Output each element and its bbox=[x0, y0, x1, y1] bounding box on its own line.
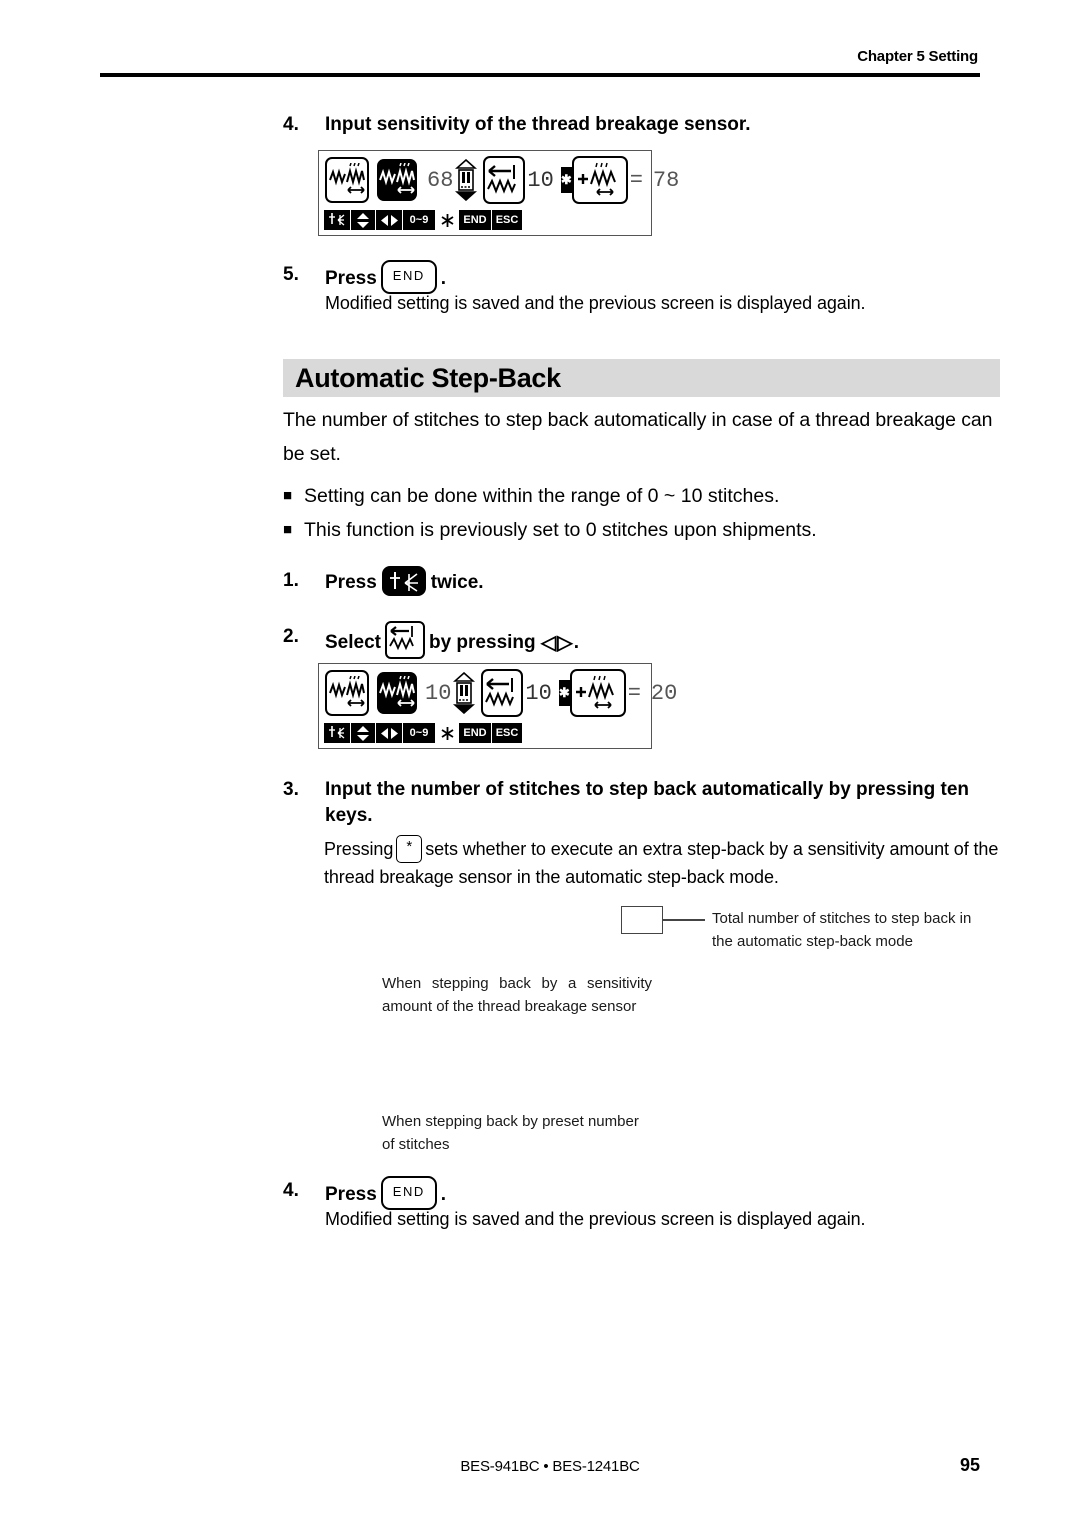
left-right-arrows-icon[interactable] bbox=[376, 723, 402, 743]
stitch-width-icon bbox=[325, 157, 369, 203]
end-key-label[interactable]: END bbox=[459, 723, 491, 743]
intro-paragraph: The number of stitches to step back auto… bbox=[283, 409, 993, 465]
callout-preset-text: When stepping back by preset number of s… bbox=[382, 1113, 639, 1154]
step-number: 3. bbox=[283, 779, 299, 800]
step-3-input-stitch-count: 3. Input the number of stitches to step … bbox=[283, 777, 1023, 828]
lcd-main-row-bottom: 10 10 ✱ = 20 bbox=[319, 664, 677, 722]
esc-key-label[interactable]: ESC bbox=[492, 210, 522, 230]
end-key-label[interactable]: END bbox=[459, 210, 491, 230]
up-down-arrows-icon[interactable] bbox=[351, 723, 375, 743]
pressing-label: Pressing bbox=[324, 839, 394, 859]
step-4-input-sensitivity: 4. Input sensitivity of the thread break… bbox=[283, 112, 1023, 138]
stitch-width-icon-selected[interactable] bbox=[377, 672, 417, 714]
bullet-text: Setting can be done within the range of … bbox=[304, 485, 780, 507]
callout-sensitivity-text: When stepping back by a sensitivity amou… bbox=[382, 975, 652, 1016]
step-3-description: Pressing * sets whether to execute an extr… bbox=[324, 835, 1014, 891]
step-2-select-step-back: 2. Select by pressing ◁▷. bbox=[283, 621, 1023, 662]
select-label: Select bbox=[325, 632, 381, 654]
asterisk-key-icon[interactable] bbox=[436, 210, 458, 230]
needle-spark-icon[interactable] bbox=[324, 723, 350, 743]
step-number: 5. bbox=[283, 264, 299, 285]
period: . bbox=[440, 268, 447, 290]
step-back-icon bbox=[483, 156, 526, 204]
end-key-button[interactable]: END bbox=[380, 260, 437, 294]
equals-sign: = bbox=[629, 167, 643, 193]
press-label: Press bbox=[325, 268, 377, 290]
lcd-bottom-bar-top: 0~9 END ESC bbox=[319, 209, 651, 231]
section-heading-automatic-step-back: Automatic Step-Back bbox=[283, 359, 1000, 397]
lcd-display-top: 68 10 ✱ = 78 0~9 END ESC bbox=[318, 150, 679, 236]
step-number: 1. bbox=[283, 570, 299, 591]
list-item: ■ This function is previously set to 0 s… bbox=[283, 514, 1005, 548]
esc-key-label[interactable]: ESC bbox=[492, 723, 522, 743]
press-label: Press bbox=[325, 572, 377, 594]
lcd-main-row-top: 68 10 ✱ = 78 bbox=[319, 151, 679, 209]
stitches-value: 10 bbox=[527, 167, 554, 193]
feature-bullet-list: ■ Setting can be done within the range o… bbox=[283, 480, 1005, 547]
value-spinner[interactable] bbox=[455, 159, 478, 201]
step-content: Select by pressing ◁▷. bbox=[325, 621, 579, 662]
stitch-width-icon-selected[interactable] bbox=[377, 159, 417, 201]
section-title: Automatic Step-Back bbox=[295, 362, 561, 393]
page-footer: BES-941BC • BES-1241BC 95 bbox=[100, 1455, 980, 1476]
total-value: 20 bbox=[650, 680, 678, 706]
needle-spark-icon[interactable] bbox=[324, 210, 350, 230]
lcd-display-bottom: 10 10 ✱ = 20 0~9 END ESC bbox=[318, 663, 677, 749]
bullet-square-icon: ■ bbox=[283, 487, 293, 504]
step-number: 4. bbox=[283, 114, 299, 135]
step-1-press-needle-key: 1. Press twice. bbox=[283, 566, 1023, 598]
extra-step-back-icon bbox=[571, 156, 628, 204]
page-header: Chapter 5 Setting bbox=[100, 48, 980, 65]
footer-model-numbers: BES-941BC • BES-1241BC bbox=[460, 1458, 640, 1475]
up-down-arrows-icon[interactable] bbox=[351, 210, 375, 230]
callout-total-box bbox=[621, 906, 663, 934]
callout-total-leader-line bbox=[663, 919, 705, 921]
asterisk-key-button[interactable]: * bbox=[396, 835, 423, 864]
left-right-arrow-glyphs: ◁▷ bbox=[540, 631, 574, 654]
period: . bbox=[573, 632, 579, 654]
press-label: Press bbox=[325, 1184, 377, 1206]
needle-spark-key-button[interactable] bbox=[381, 566, 426, 596]
step-4-description: Modified setting is saved and the previo… bbox=[325, 1209, 866, 1229]
extra-step-back-icon bbox=[569, 669, 626, 717]
step-title: Input the number of stitches to step bac… bbox=[325, 779, 970, 826]
stitches-value: 10 bbox=[525, 680, 552, 706]
twice-label: twice. bbox=[430, 572, 484, 594]
by-pressing-label: by pressing bbox=[428, 632, 536, 654]
bullet-text: This function is previously set to 0 sti… bbox=[304, 518, 817, 541]
numeric-keys-label[interactable]: 0~9 bbox=[403, 210, 435, 230]
step-content: Press twice. bbox=[325, 566, 484, 598]
step-back-key-button[interactable] bbox=[384, 621, 425, 659]
left-right-arrows-icon[interactable] bbox=[376, 210, 402, 230]
sensitivity-value: 10 bbox=[425, 680, 452, 706]
step-back-icon bbox=[481, 669, 524, 717]
asterisk-indicator-icon: ✱ bbox=[560, 167, 572, 193]
step-number: 2. bbox=[283, 626, 299, 647]
page-number: 95 bbox=[959, 1455, 980, 1475]
equals-sign: = bbox=[627, 680, 641, 706]
asterisk-key-icon[interactable] bbox=[436, 723, 458, 743]
bullet-square-icon: ■ bbox=[283, 520, 293, 538]
step-number: 4. bbox=[283, 1180, 299, 1201]
list-item: ■ Setting can be done within the range o… bbox=[283, 480, 1005, 514]
end-key-button[interactable]: END bbox=[380, 1176, 437, 1210]
numeric-keys-label[interactable]: 0~9 bbox=[403, 723, 435, 743]
stitch-width-icon bbox=[325, 670, 369, 716]
callout-total-text: Total number of stitches to step back in… bbox=[712, 910, 972, 951]
step-title: Input sensitivity of the thread breakage… bbox=[325, 114, 751, 135]
header-divider bbox=[100, 73, 980, 77]
chapter-label: Chapter 5 Setting bbox=[857, 48, 978, 65]
step-5-description: Modified setting is saved and the previo… bbox=[325, 293, 866, 313]
value-spinner[interactable] bbox=[453, 672, 476, 714]
lcd-bottom-bar-bottom: 0~9 END ESC bbox=[319, 722, 651, 744]
period: . bbox=[440, 1184, 447, 1206]
asterisk-indicator-icon: ✱ bbox=[558, 680, 570, 706]
description-text: sets whether to execute an extra step-ba… bbox=[324, 839, 999, 888]
total-value: 78 bbox=[652, 167, 680, 193]
sensitivity-value: 68 bbox=[427, 167, 454, 193]
